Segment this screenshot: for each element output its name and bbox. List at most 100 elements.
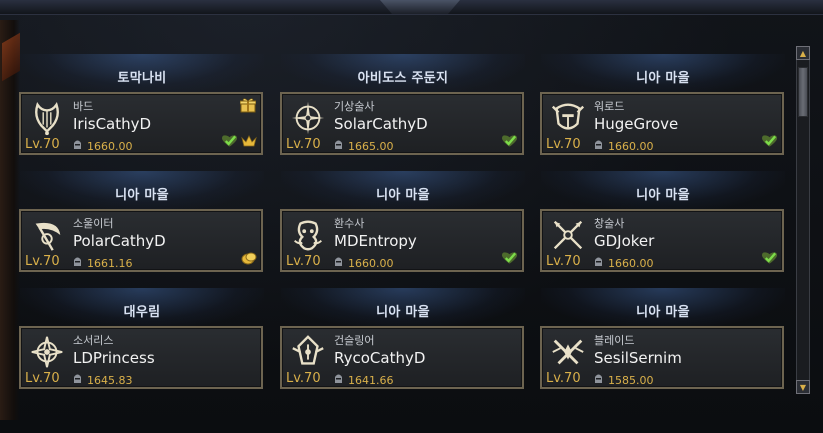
class-name: 환수사	[334, 217, 365, 230]
scroll-thumb[interactable]	[798, 67, 808, 117]
top-frame-ornament	[0, 0, 823, 15]
bard-harp-icon	[24, 98, 70, 138]
item-level: 1660.00	[594, 256, 654, 270]
item-level: 1585.00	[594, 373, 654, 387]
character-name: IrisCathyD	[73, 115, 152, 133]
status-badges	[241, 250, 257, 266]
helmet-icon	[334, 256, 348, 270]
character-card[interactable]: Lv.70 블레이드 SesilSernim 1585.00	[540, 326, 784, 389]
character-slot[interactable]: 토막나비 Lv.70 바드 IrisCathyD 1660.00	[19, 54, 264, 170]
item-level-value: 1585.00	[608, 373, 654, 387]
gift-icon[interactable]	[239, 97, 257, 113]
item-level-value: 1641.66	[348, 373, 394, 387]
server-name: 대우림	[123, 305, 161, 320]
character-level: Lv.70	[546, 371, 581, 386]
character-level: Lv.70	[25, 371, 60, 386]
item-level-value: 1665.00	[348, 139, 394, 153]
helmet-icon	[334, 373, 348, 387]
item-level: 1645.83	[73, 373, 133, 387]
check-heart-icon	[762, 133, 778, 149]
character-slot[interactable]: 니아 마을 Lv.70 워로드 HugeGrove 1660.00	[540, 54, 785, 170]
character-name: GDJoker	[594, 232, 655, 250]
character-slot[interactable]: 니아 마을 Lv.70 창술사 GDJoker 1660.00	[540, 171, 785, 287]
character-slot[interactable]: 니아 마을 Lv.70 소울이터 PolarCathyD 1661.16	[19, 171, 264, 287]
crown-icon	[241, 133, 257, 149]
character-card[interactable]: Lv.70 창술사 GDJoker 1660.00	[540, 209, 784, 272]
item-level: 1665.00	[334, 139, 394, 153]
character-level: Lv.70	[546, 254, 581, 269]
status-badges	[502, 133, 518, 149]
server-header: 대우림	[20, 288, 264, 328]
class-name: 소서리스	[73, 334, 114, 347]
status-badges	[762, 133, 778, 149]
status-badges	[762, 250, 778, 266]
blade-swords-icon	[545, 332, 591, 372]
class-name: 건슬링어	[334, 334, 375, 347]
server-header: 니아 마을	[281, 288, 525, 328]
character-slot[interactable]: 아비도스 주둔지 Lv.70 기상술사 SolarCathyD 1665.00	[280, 54, 525, 170]
item-level: 1660.00	[334, 256, 394, 270]
character-name: LDPrincess	[73, 349, 155, 367]
item-level: 1660.00	[594, 139, 654, 153]
character-card[interactable]: Lv.70 소울이터 PolarCathyD 1661.16	[19, 209, 263, 272]
gold-coin-icon	[241, 250, 257, 266]
status-badges	[502, 250, 518, 266]
class-name: 기상술사	[334, 100, 375, 113]
character-slot[interactable]: 니아 마을 Lv.70 건슬링어 RycoCathyD 1641.66	[280, 288, 525, 404]
helmet-icon	[594, 256, 608, 270]
scroll-up-button[interactable]: ▲	[796, 46, 810, 60]
helmet-icon	[73, 139, 87, 153]
server-header: 토막나비	[20, 54, 264, 94]
server-name: 니아 마을	[636, 305, 690, 320]
helmet-icon	[334, 139, 348, 153]
item-level-value: 1660.00	[608, 139, 654, 153]
lancer-spear-icon	[545, 215, 591, 255]
item-level-value: 1660.00	[87, 139, 133, 153]
character-level: Lv.70	[286, 254, 321, 269]
helmet-icon	[594, 139, 608, 153]
status-badges	[222, 133, 257, 149]
summoner-beast-icon	[285, 215, 331, 255]
scrollbar[interactable]: ▲ ▼	[796, 46, 810, 394]
check-heart-icon	[222, 133, 238, 149]
class-name: 소울이터	[73, 217, 114, 230]
character-name: PolarCathyD	[73, 232, 166, 250]
character-level: Lv.70	[25, 254, 60, 269]
scroll-down-button[interactable]: ▼	[796, 380, 810, 394]
server-name: 니아 마을	[115, 188, 169, 203]
character-level: Lv.70	[546, 137, 581, 152]
check-heart-icon	[762, 250, 778, 266]
item-level-value: 1660.00	[348, 256, 394, 270]
sorceress-star-icon	[24, 332, 70, 372]
character-slot[interactable]: 니아 마을 Lv.70 환수사 MDEntropy 1660.00	[280, 171, 525, 287]
item-level-value: 1645.83	[87, 373, 133, 387]
character-card[interactable]: Lv.70 소서리스 LDPrincess 1645.83	[19, 326, 263, 389]
character-slot[interactable]: 대우림 Lv.70 소서리스 LDPrincess 1645.83	[19, 288, 264, 404]
server-name: 니아 마을	[376, 188, 430, 203]
server-name: 아비도스 주둔지	[357, 71, 449, 86]
warlord-helm-icon	[545, 98, 591, 138]
souleater-scythe-icon	[24, 215, 70, 255]
character-slot[interactable]: 니아 마을 Lv.70 블레이드 SesilSernim 1585.00	[540, 288, 785, 404]
server-name: 니아 마을	[376, 305, 430, 320]
character-card[interactable]: Lv.70 워로드 HugeGrove 1660.00	[540, 92, 784, 155]
character-card[interactable]: Lv.70 건슬링어 RycoCathyD 1641.66	[280, 326, 524, 389]
gunslinger-crest-icon	[285, 332, 331, 372]
character-card[interactable]: Lv.70 기상술사 SolarCathyD 1665.00	[280, 92, 524, 155]
class-name: 바드	[73, 100, 94, 113]
item-level-value: 1661.16	[87, 256, 133, 270]
item-level-value: 1660.00	[608, 256, 654, 270]
server-header: 니아 마을	[541, 171, 785, 211]
item-level: 1641.66	[334, 373, 394, 387]
character-name: SolarCathyD	[334, 115, 428, 133]
server-header: 니아 마을	[281, 171, 525, 211]
class-name: 워로드	[594, 100, 625, 113]
character-card[interactable]: Lv.70 환수사 MDEntropy 1660.00	[280, 209, 524, 272]
check-heart-icon	[502, 133, 518, 149]
server-header: 아비도스 주둔지	[281, 54, 525, 94]
server-header: 니아 마을	[541, 54, 785, 94]
character-card[interactable]: Lv.70 바드 IrisCathyD 1660.00	[19, 92, 263, 155]
server-name: 토막나비	[117, 71, 167, 86]
helmet-icon	[73, 373, 87, 387]
character-level: Lv.70	[25, 137, 60, 152]
